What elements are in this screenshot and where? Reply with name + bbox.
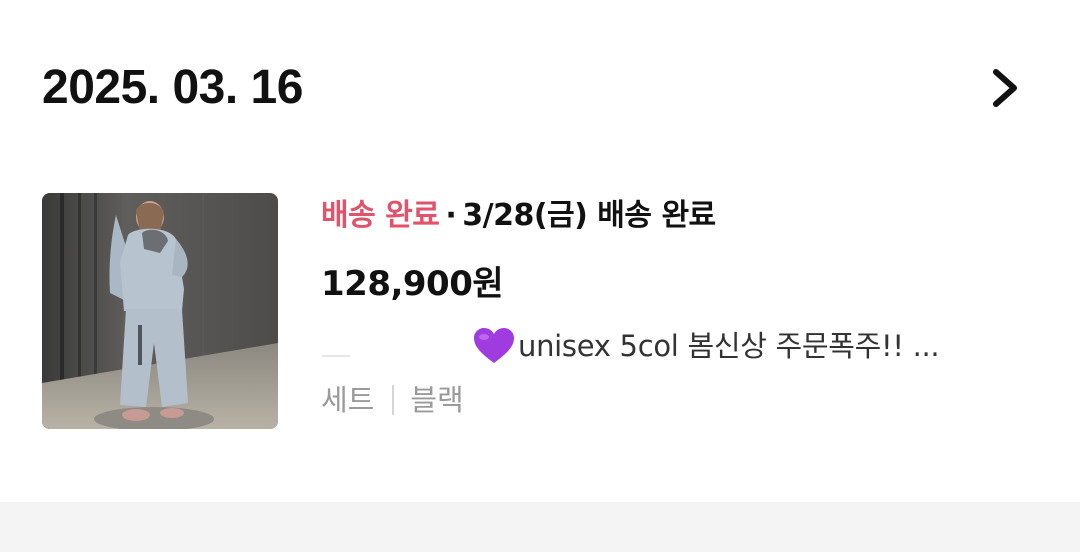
option-divider bbox=[392, 385, 395, 415]
product-options: 세트 블랙 bbox=[321, 380, 464, 420]
order-date: 2025. 03. 16 bbox=[42, 61, 303, 114]
delivery-status: 배송 완료 · 3/28(금) 배송 완료 bbox=[321, 196, 716, 236]
product-name-text: unisex 5col 봄신상 주문폭주!! ... bbox=[518, 329, 940, 363]
section-divider bbox=[0, 502, 1080, 552]
option-color: 블랙 bbox=[410, 383, 464, 417]
product-thumbnail[interactable] bbox=[42, 193, 278, 429]
divider-mark bbox=[322, 355, 350, 357]
product-name[interactable]: unisex 5col 봄신상 주문폭주!! ... bbox=[472, 326, 940, 366]
option-set: 세트 bbox=[321, 383, 375, 417]
order-price: 128,900원 bbox=[321, 264, 504, 304]
order-card[interactable]: 2025. 03. 16 배송 완료 · 3/28(금) 배송 완료 128,9… bbox=[0, 0, 1080, 502]
status-separator: · bbox=[445, 198, 457, 233]
status-label: 배송 완료 bbox=[321, 198, 440, 233]
purple-heart-icon bbox=[474, 328, 514, 363]
chevron-right-icon[interactable] bbox=[986, 64, 1026, 112]
status-detail: 3/28(금) 배송 완료 bbox=[462, 198, 716, 233]
